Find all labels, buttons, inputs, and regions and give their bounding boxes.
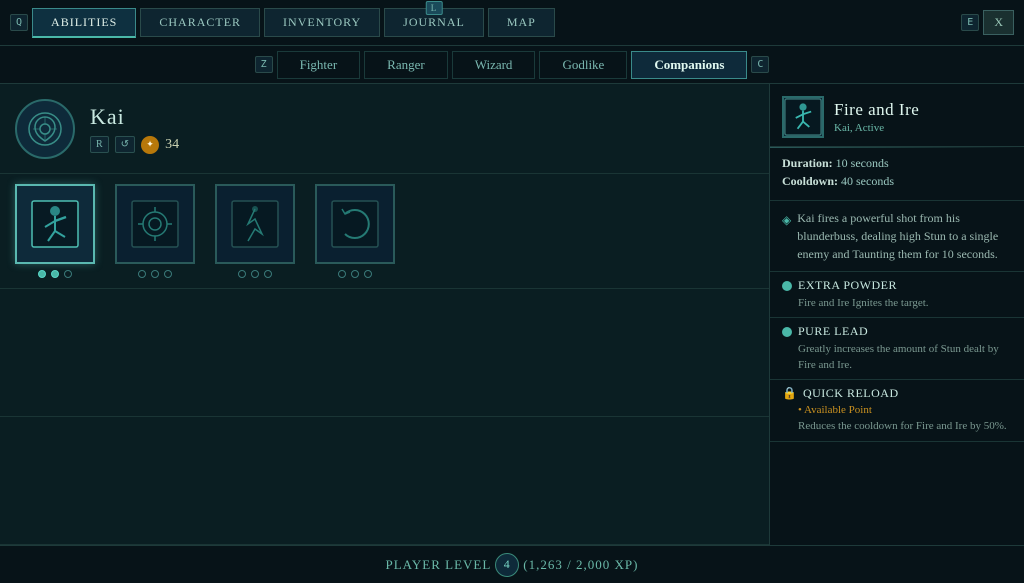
dot xyxy=(351,270,359,278)
ability-3-dots xyxy=(238,270,272,278)
empty-row-1 xyxy=(0,289,769,417)
ability-slot-2 xyxy=(115,184,195,278)
dot xyxy=(264,270,272,278)
dot xyxy=(164,270,172,278)
ability-detail-subtitle: Kai, Active xyxy=(834,122,919,134)
refresh-button[interactable]: ↺ xyxy=(115,136,135,153)
tab-character[interactable]: CHARACTER xyxy=(140,8,260,37)
tab-fighter[interactable]: Fighter xyxy=(277,51,361,79)
empty-row-2 xyxy=(0,417,769,545)
ability-description: ◈ Kai fires a powerful shot from his blu… xyxy=(770,201,1024,272)
tab-wizard[interactable]: Wizard xyxy=(452,51,536,79)
upgrade-extra-powder[interactable]: EXTRA POWDER Fire and Ire Ignites the ta… xyxy=(770,272,1024,318)
available-point: • Available Point xyxy=(782,404,1012,416)
dot xyxy=(238,270,246,278)
currency-amount: 34 xyxy=(165,137,179,153)
detail-stats: Duration: 10 seconds Cooldown: 40 second… xyxy=(770,148,1024,201)
duration-stat: Duration: 10 seconds xyxy=(782,156,1012,171)
level-badge: 4 xyxy=(495,553,519,577)
abilities-key: Q xyxy=(10,14,28,31)
status-bar: PLAYER LEVEL 4 (1,263 / 2,000 XP) xyxy=(0,545,1024,583)
upgrade-desc-1: Fire and Ire Ignites the target. xyxy=(782,296,1012,311)
ability-fire-and-ire[interactable] xyxy=(15,184,95,264)
ability-2[interactable] xyxy=(115,184,195,264)
dot xyxy=(338,270,346,278)
ability-1-dots xyxy=(38,270,72,278)
dot xyxy=(51,270,59,278)
upgrade-name-2: PURE LEAD xyxy=(798,324,868,339)
tab-journal[interactable]: L JOURNAL xyxy=(384,8,484,37)
tab-godlike[interactable]: Godlike xyxy=(539,51,627,79)
dot xyxy=(38,270,46,278)
dot xyxy=(64,270,72,278)
ability-4-dots xyxy=(338,270,372,278)
upgrade-name-3: QUICK RELOAD xyxy=(803,386,899,401)
currency-icon: ✦ xyxy=(141,136,159,154)
ability-slot-3 xyxy=(215,184,295,278)
upgrade-desc-2: Greatly increases the amount of Stun dea… xyxy=(782,342,1012,373)
sub-nav: Z Fighter Ranger Wizard Godlike Companio… xyxy=(0,46,1024,84)
xp-display: (1,263 / 2,000 XP) xyxy=(523,557,638,573)
ability-detail-header: Fire and Ire Kai, Active xyxy=(770,84,1024,147)
upgrade-desc-3: Reduces the cooldown for Fire and Ire by… xyxy=(782,419,1012,434)
sub-right-key: C xyxy=(751,56,769,73)
journal-key: L xyxy=(426,1,443,15)
currency-row: R ↺ ✦ 34 xyxy=(90,136,179,154)
ability-slot-1 xyxy=(15,184,95,278)
reset-button[interactable]: R xyxy=(90,136,109,153)
tab-abilities[interactable]: ABILITIES xyxy=(32,8,136,38)
abilities-area xyxy=(0,174,769,289)
cooldown-stat: Cooldown: 40 seconds xyxy=(782,174,1012,189)
character-name: Kai xyxy=(90,104,179,130)
e-key: E xyxy=(961,14,979,31)
desc-bullet: ◈ xyxy=(782,211,791,263)
character-portrait xyxy=(15,99,75,159)
lock-icon: 🔒 xyxy=(782,386,797,401)
top-nav: Q ABILITIES CHARACTER INVENTORY L JOURNA… xyxy=(0,0,1024,46)
ability-slot-4 xyxy=(315,184,395,278)
ability-detail-title: Fire and Ire xyxy=(834,100,919,120)
upgrade-pure-lead[interactable]: PURE LEAD Greatly increases the amount o… xyxy=(770,318,1024,380)
detail-ability-icon xyxy=(782,96,824,138)
ability-4[interactable] xyxy=(315,184,395,264)
right-panel: Fire and Ire Kai, Active Duration: 10 se… xyxy=(770,84,1024,545)
tab-ranger[interactable]: Ranger xyxy=(364,51,448,79)
left-panel: Kai R ↺ ✦ 34 xyxy=(0,84,770,545)
upgrade-name-1: EXTRA POWDER xyxy=(798,278,897,293)
upgrade-bullet-1 xyxy=(782,281,792,291)
upgrade-quick-reload[interactable]: 🔒 QUICK RELOAD • Available Point Reduces… xyxy=(770,380,1024,441)
tab-map[interactable]: MAP xyxy=(488,8,555,37)
upgrade-bullet-2 xyxy=(782,327,792,337)
ability-3[interactable] xyxy=(215,184,295,264)
dot xyxy=(251,270,259,278)
character-row: Kai R ↺ ✦ 34 xyxy=(0,84,769,174)
sub-left-key: Z xyxy=(255,56,273,73)
tab-inventory[interactable]: INVENTORY xyxy=(264,8,380,37)
tab-companions[interactable]: Companions xyxy=(631,51,747,79)
dot xyxy=(138,270,146,278)
main-content: Kai R ↺ ✦ 34 xyxy=(0,84,1024,545)
player-level-label: PLAYER LEVEL xyxy=(386,557,492,573)
ability-2-dots xyxy=(138,270,172,278)
close-button[interactable]: X xyxy=(983,10,1014,35)
dot xyxy=(364,270,372,278)
dot xyxy=(151,270,159,278)
